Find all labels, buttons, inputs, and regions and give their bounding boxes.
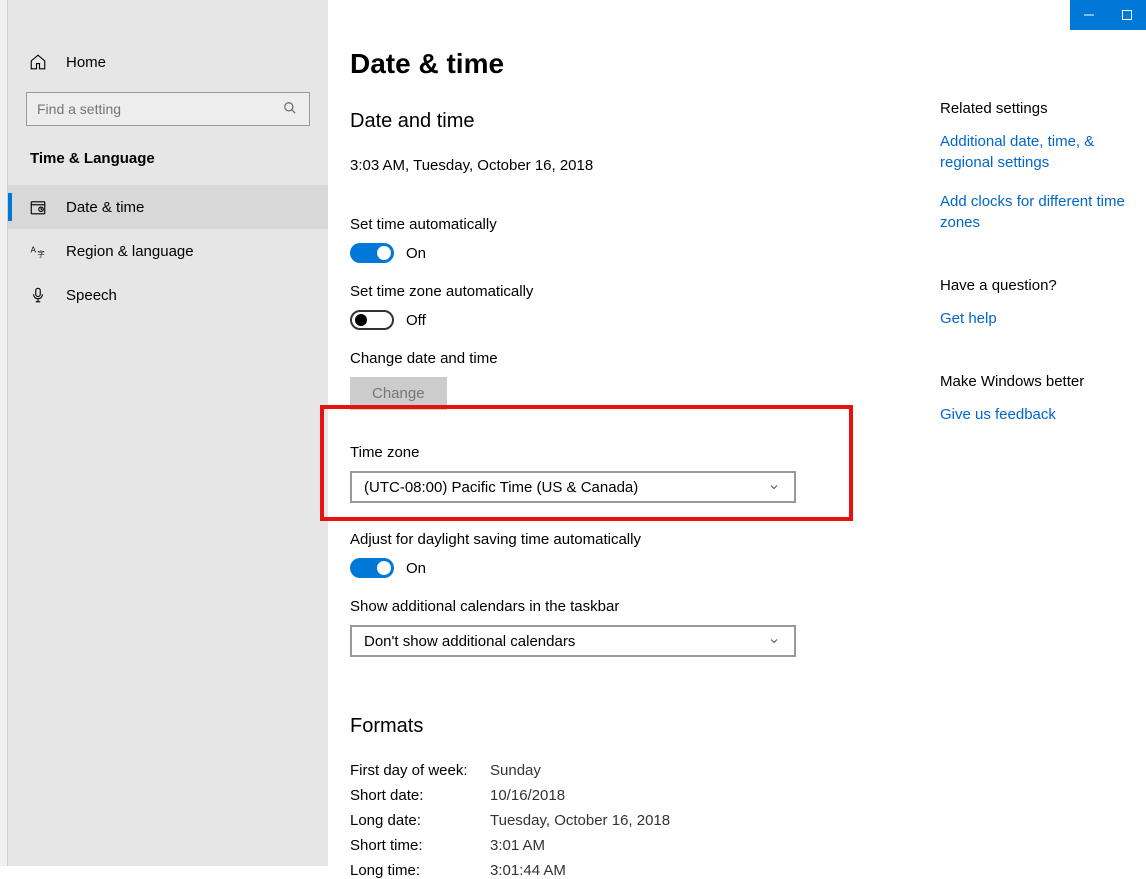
set-tz-auto-label: Set time zone automatically <box>350 283 918 300</box>
set-tz-auto-toggle[interactable] <box>350 310 394 330</box>
get-help-link[interactable]: Get help <box>940 308 1140 329</box>
question-head: Have a question? <box>940 277 1140 294</box>
format-value: 3:01 AM <box>490 837 545 854</box>
additional-cal-dropdown[interactable]: Don't show additional calendars <box>350 625 796 657</box>
additional-cal-label: Show additional calendars in the taskbar <box>350 598 918 615</box>
set-time-auto-toggle[interactable] <box>350 243 394 263</box>
left-edge-strip <box>0 0 8 866</box>
format-label: First day of week: <box>350 762 490 779</box>
window-controls <box>1070 0 1146 30</box>
category-header: Time & Language <box>8 140 328 185</box>
sidebar-item-label: Region & language <box>66 243 194 260</box>
set-time-auto-state: On <box>406 245 426 262</box>
feedback-link[interactable]: Give us feedback <box>940 404 1140 425</box>
dst-label: Adjust for daylight saving time automati… <box>350 531 918 548</box>
format-label: Long date: <box>350 812 490 829</box>
set-tz-auto-toggle-row: Off <box>350 310 918 330</box>
format-label: Short date: <box>350 787 490 804</box>
format-label: Long time: <box>350 862 490 879</box>
minimize-button[interactable] <box>1070 0 1108 30</box>
dst-state: On <box>406 560 426 577</box>
page-title: Date & time <box>350 48 918 80</box>
home-label: Home <box>66 54 106 71</box>
formats-table: First day of week: Sunday Short date: 10… <box>350 762 918 879</box>
format-value: Tuesday, October 16, 2018 <box>490 812 670 829</box>
related-link-clocks[interactable]: Add clocks for different time zones <box>940 191 1140 233</box>
change-button: Change <box>350 377 447 410</box>
set-tz-auto-state: Off <box>406 312 426 329</box>
format-row: Short date: 10/16/2018 <box>350 787 918 804</box>
related-settings-block: Related settings Additional date, time, … <box>940 100 1140 233</box>
format-value: 3:01:44 AM <box>490 862 566 879</box>
timezone-label: Time zone <box>350 444 918 461</box>
related-settings-head: Related settings <box>940 100 1140 117</box>
dst-toggle[interactable] <box>350 558 394 578</box>
maximize-button[interactable] <box>1108 0 1146 30</box>
format-row: First day of week: Sunday <box>350 762 918 779</box>
chevron-down-icon <box>768 634 782 648</box>
current-datetime: 3:03 AM, Tuesday, October 16, 2018 <box>350 157 918 174</box>
change-dt-label: Change date and time <box>350 350 918 367</box>
format-value: Sunday <box>490 762 541 779</box>
timezone-value: (UTC-08:00) Pacific Time (US & Canada) <box>364 479 638 496</box>
additional-cal-value: Don't show additional calendars <box>364 633 575 650</box>
formats-head: Formats <box>350 715 918 738</box>
set-time-auto-label: Set time automatically <box>350 216 918 233</box>
related-link-additional[interactable]: Additional date, time, & regional settin… <box>940 131 1140 173</box>
feedback-head: Make Windows better <box>940 373 1140 390</box>
format-row: Short time: 3:01 AM <box>350 837 918 854</box>
main-content: Date & time Date and time 3:03 AM, Tuesd… <box>328 0 918 866</box>
sidebar-item-label: Speech <box>66 287 117 304</box>
search-icon <box>283 101 299 117</box>
clock-icon <box>28 197 48 217</box>
sidebar-item-speech[interactable]: Speech <box>8 273 328 317</box>
format-label: Short time: <box>350 837 490 854</box>
home-nav[interactable]: Home <box>8 40 328 84</box>
right-column: Related settings Additional date, time, … <box>940 100 1140 469</box>
sidebar-item-label: Date & time <box>66 199 144 216</box>
section-date-time-head: Date and time <box>350 110 918 133</box>
format-value: 10/16/2018 <box>490 787 565 804</box>
set-time-auto-toggle-row: On <box>350 243 918 263</box>
chevron-down-icon <box>768 480 782 494</box>
svg-text:字: 字 <box>37 248 45 258</box>
home-icon <box>28 52 48 72</box>
sidebar-item-region-language[interactable]: A字 Region & language <box>8 229 328 273</box>
microphone-icon <box>28 285 48 305</box>
sidebar: Home Time & Language Date & time A字 Regi… <box>8 0 328 866</box>
dst-toggle-row: On <box>350 558 918 578</box>
timezone-dropdown[interactable]: (UTC-08:00) Pacific Time (US & Canada) <box>350 471 796 503</box>
format-row: Long time: 3:01:44 AM <box>350 862 918 879</box>
feedback-block: Make Windows better Give us feedback <box>940 373 1140 425</box>
language-icon: A字 <box>28 241 48 261</box>
search-box[interactable] <box>26 92 310 126</box>
svg-text:A: A <box>31 246 37 255</box>
search-input[interactable] <box>37 101 283 117</box>
format-row: Long date: Tuesday, October 16, 2018 <box>350 812 918 829</box>
sidebar-item-date-time[interactable]: Date & time <box>8 185 328 229</box>
question-block: Have a question? Get help <box>940 277 1140 329</box>
